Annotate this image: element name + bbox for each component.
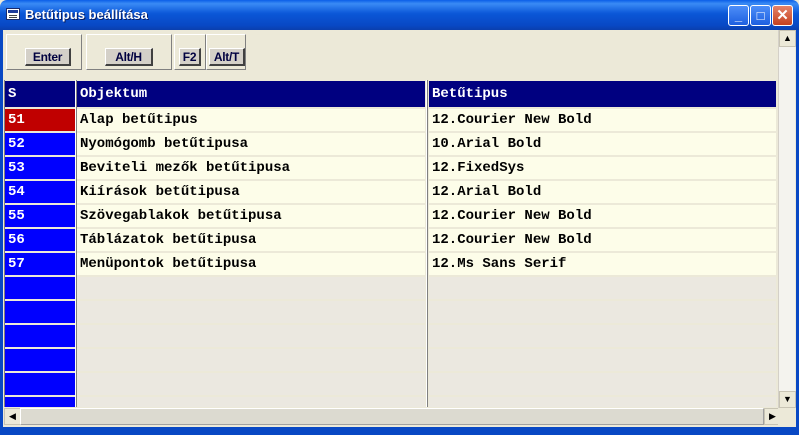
scroll-left-button[interactable]: ◀ — [4, 408, 21, 425]
enter-button[interactable]: Enter — [6, 34, 82, 70]
objektum-cell — [77, 373, 425, 395]
horizontal-scroll-thumb[interactable] — [20, 408, 764, 425]
empty-row[interactable] — [5, 325, 776, 349]
scroll-up-button[interactable]: ▲ — [779, 30, 796, 47]
table-row[interactable]: 55 Szövegablakok betűtipusa 12.Courier N… — [5, 205, 776, 229]
horizontal-scrollbar[interactable]: ◀ ▶ — [4, 408, 781, 425]
objektum-cell — [77, 301, 425, 323]
minimize-button[interactable]: _ — [728, 5, 749, 26]
betutipus-cell — [429, 277, 776, 299]
betutipus-cell — [429, 373, 776, 395]
objektum-cell: Szövegablakok betűtipusa — [77, 205, 425, 227]
betutipus-cell — [429, 325, 776, 347]
s-cell: 56 — [5, 229, 75, 251]
table-row[interactable]: 57 Menüpontok betűtipusa 12.Ms Sans Seri… — [5, 253, 776, 277]
s-cell — [5, 373, 75, 395]
betutipus-cell: 12.Courier New Bold — [429, 229, 776, 251]
betutipus-cell — [429, 397, 776, 407]
enter-button-label: Enter — [25, 48, 71, 66]
s-cell: 55 — [5, 205, 75, 227]
objektum-cell — [77, 277, 425, 299]
betutipus-cell — [429, 301, 776, 323]
window-border-left — [0, 30, 3, 428]
objektum-cell: Alap betűtipus — [77, 109, 425, 131]
s-cell: 57 — [5, 253, 75, 275]
betutipus-cell: 12.FixedSys — [429, 157, 776, 179]
s-cell: 54 — [5, 181, 75, 203]
betutipus-cell — [429, 349, 776, 371]
scroll-down-button[interactable]: ▼ — [779, 391, 796, 408]
objektum-cell: Táblázatok betűtipusa — [77, 229, 425, 251]
objektum-cell — [77, 325, 425, 347]
scrollbar-corner — [778, 408, 795, 425]
s-cell — [5, 277, 75, 299]
close-button[interactable]: ✕ — [772, 5, 793, 26]
window-border-bottom — [0, 427, 799, 435]
table-row[interactable]: 52 Nyomógomb betűtipusa 10.Arial Bold — [5, 133, 776, 157]
toolbar: Enter Alt/H F2 Alt/T — [4, 30, 769, 78]
s-cell — [5, 301, 75, 323]
s-cell: 53 — [5, 157, 75, 179]
column-header-betutipus[interactable]: Betűtipus — [429, 81, 776, 107]
objektum-cell — [77, 397, 425, 407]
betutipus-cell: 12.Courier New Bold — [429, 205, 776, 227]
betutipus-cell: 12.Ms Sans Serif — [429, 253, 776, 275]
vertical-scrollbar[interactable]: ▲ ▼ — [778, 30, 796, 408]
betutipus-cell: 12.Arial Bold — [429, 181, 776, 203]
objektum-cell: Menüpontok betűtipusa — [77, 253, 425, 275]
column-divider[interactable] — [75, 80, 77, 407]
empty-row[interactable] — [5, 349, 776, 373]
alt-h-button-label: Alt/H — [105, 48, 153, 66]
font-table: S Objektum Betűtipus 51 Alap betűtipus 1… — [4, 80, 776, 407]
empty-row[interactable] — [5, 277, 776, 301]
table-row[interactable]: 51 Alap betűtipus 12.Courier New Bold — [5, 109, 776, 133]
column-header-objektum[interactable]: Objektum — [77, 81, 425, 107]
objektum-cell: Kiírások betűtipusa — [77, 181, 425, 203]
column-header-s[interactable]: S — [5, 81, 75, 107]
empty-row[interactable] — [5, 301, 776, 325]
s-cell: 52 — [5, 133, 75, 155]
objektum-cell — [77, 349, 425, 371]
table-row[interactable]: 53 Beviteli mezők betűtipusa 12.FixedSys — [5, 157, 776, 181]
objektum-cell: Beviteli mezők betűtipusa — [77, 157, 425, 179]
alt-t-button-label: Alt/T — [209, 48, 245, 66]
s-cell — [5, 325, 75, 347]
f2-button-label: F2 — [179, 48, 201, 66]
window: Betűtipus beállítása _ □ ✕ Enter Alt/H F… — [0, 0, 799, 435]
maximize-button[interactable]: □ — [750, 5, 771, 26]
s-cell — [5, 349, 75, 371]
column-divider[interactable] — [426, 80, 428, 407]
title-bar[interactable]: Betűtipus beállítása _ □ ✕ — [0, 0, 799, 30]
s-cell — [5, 397, 75, 407]
app-icon — [6, 8, 20, 20]
alt-h-button[interactable]: Alt/H — [86, 34, 172, 70]
f2-button[interactable]: F2 — [174, 34, 206, 70]
empty-row[interactable] — [5, 373, 776, 397]
objektum-cell: Nyomógomb betűtipusa — [77, 133, 425, 155]
empty-row[interactable] — [5, 397, 776, 407]
alt-t-button[interactable]: Alt/T — [206, 34, 246, 70]
s-cell: 51 — [5, 109, 75, 131]
table-row[interactable]: 54 Kiírások betűtipusa 12.Arial Bold — [5, 181, 776, 205]
betutipus-cell: 10.Arial Bold — [429, 133, 776, 155]
window-title: Betűtipus beállítása — [25, 7, 148, 22]
table-row[interactable]: 56 Táblázatok betűtipusa 12.Courier New … — [5, 229, 776, 253]
betutipus-cell: 12.Courier New Bold — [429, 109, 776, 131]
